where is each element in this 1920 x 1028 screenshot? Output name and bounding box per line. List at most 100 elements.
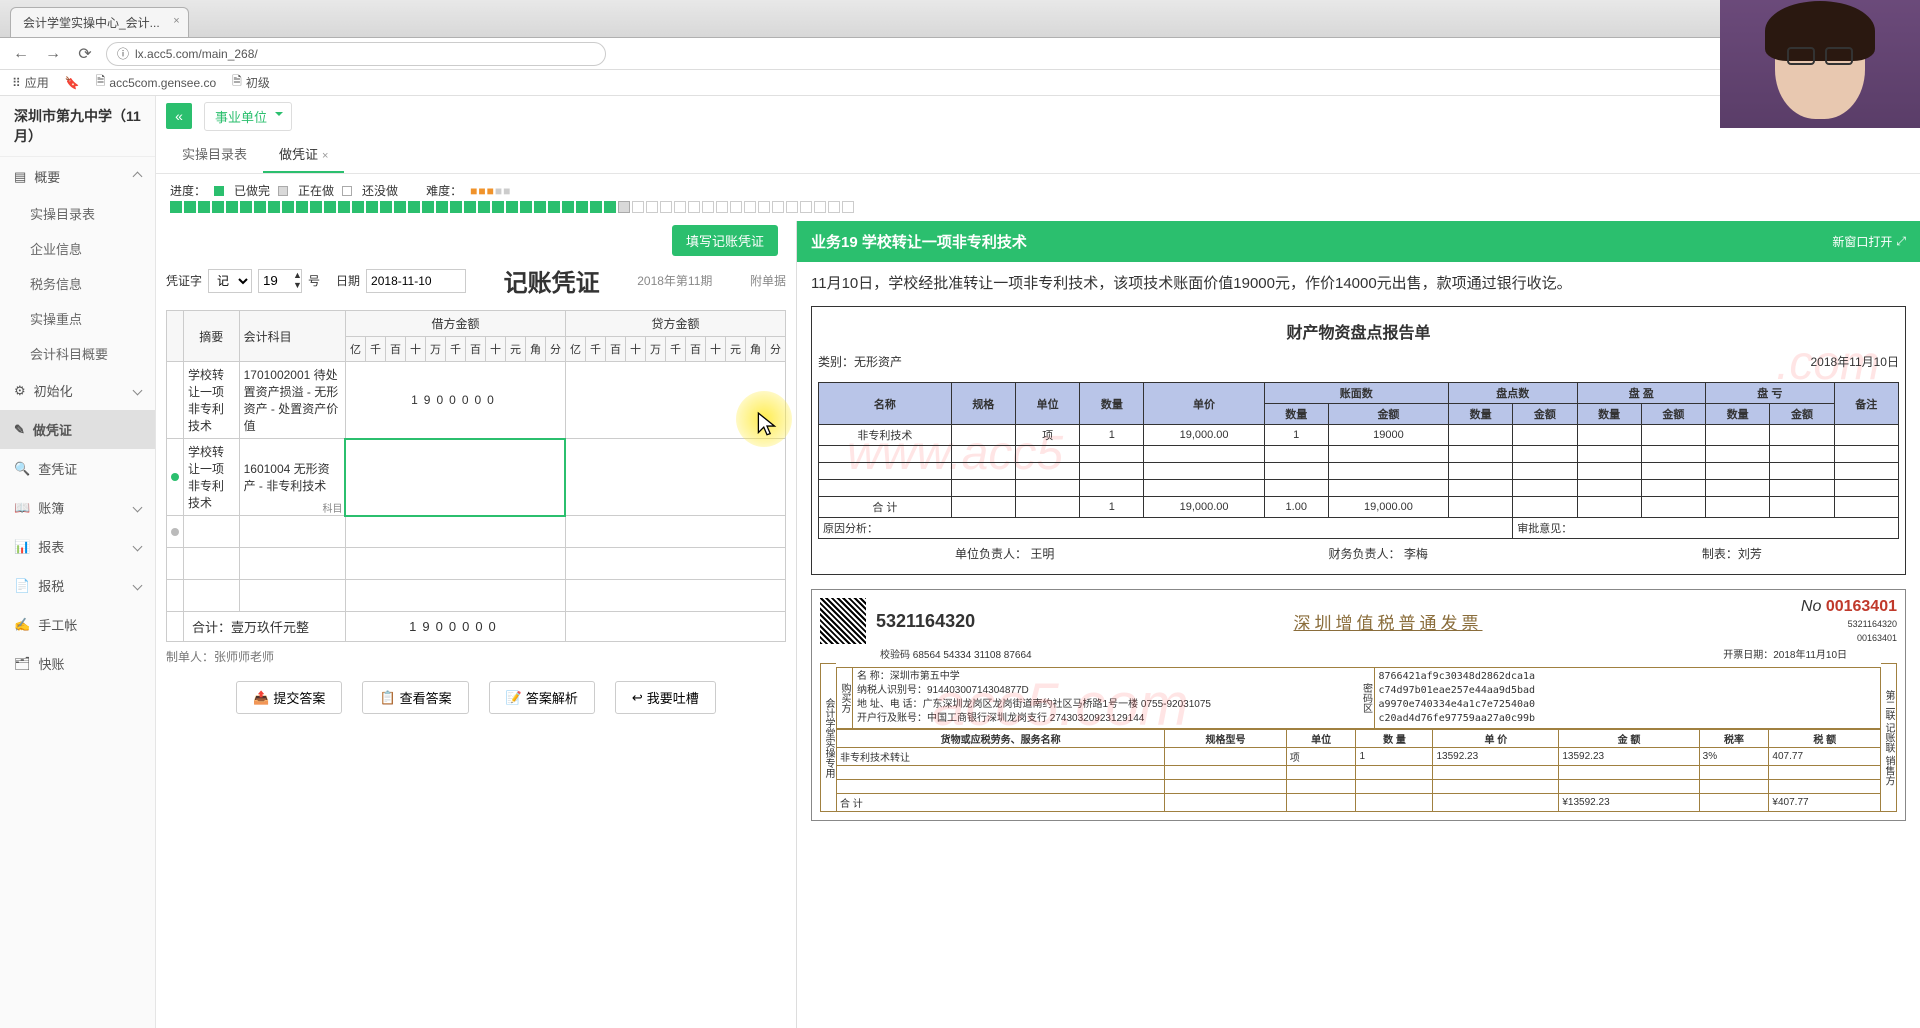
h-sq: 数量 — [1264, 404, 1328, 425]
h-price: 单价 — [1144, 383, 1264, 425]
col-summary: 摘要 — [184, 311, 240, 362]
legend-doing-icon — [278, 186, 288, 196]
inventory-date: 2018年11月10日 — [1810, 353, 1899, 370]
tab-title: 会计学堂实操中心_会计... — [23, 16, 160, 30]
maker-label: 制单人： — [166, 650, 214, 664]
voucher-date-input[interactable] — [366, 269, 466, 293]
h-sa: 金额 — [1328, 404, 1448, 425]
h-spec: 规格 — [951, 383, 1015, 425]
voucher-period: 2018年第11期 — [637, 272, 712, 289]
sidebar-sub-tax[interactable]: 税务信息 — [0, 266, 155, 301]
entry-summary[interactable]: 学校转让一项非专利技术 — [184, 362, 240, 439]
sidebar-check-voucher[interactable]: 🔍 查凭证 — [0, 449, 155, 488]
label: 手工帐 — [38, 615, 77, 634]
tab-close-icon[interactable]: × — [173, 15, 179, 27]
voucher-number-suffix: 号 — [308, 272, 320, 289]
sidebar-sub-catalog[interactable]: 实操目录表 — [0, 196, 155, 231]
open-new-window-button[interactable]: 新窗口打开 ⤢ — [1832, 233, 1906, 250]
tab-close-icon[interactable]: × — [322, 150, 328, 162]
nav-back-icon[interactable]: ← — [10, 43, 32, 65]
feedback-button[interactable]: ↩ 我要吐槽 — [615, 681, 716, 714]
sidebar-report[interactable]: 📊 报表 — [0, 527, 155, 566]
entry-debit-input[interactable] — [345, 439, 565, 516]
sign-manager: 单位负责人： 王明 — [955, 545, 1054, 562]
entry-subject[interactable]: 1701002001 待处置资产损溢 - 无形资产 - 处置资产价值 — [239, 362, 345, 439]
info-icon: ⓘ — [117, 45, 129, 62]
voucher-type-select[interactable]: 记 — [208, 269, 252, 293]
apps-icon[interactable]: ⠿ 应用 — [12, 74, 49, 91]
entry-summary[interactable]: 学校转让一项非专利技术 — [184, 439, 240, 516]
invoice-no: 00163401 — [1826, 598, 1897, 615]
entry-credit[interactable] — [565, 362, 785, 439]
check-label: 校验码 — [880, 650, 910, 661]
sidebar-init[interactable]: ⚙ 初始化 — [0, 371, 155, 410]
voucher-number-input[interactable]: ▲▼ — [258, 269, 302, 293]
sidebar-sub-focus[interactable]: 实操重点 — [0, 301, 155, 336]
total-debit: 1900000 — [345, 612, 565, 642]
legend-done: 已做完 — [234, 182, 270, 199]
maker-name: 张师师老师 — [214, 650, 274, 664]
sidebar-quick[interactable]: 🗂 快账 — [0, 644, 155, 683]
sidebar-sub-company[interactable]: 企业信息 — [0, 231, 155, 266]
difficulty-label: 难度： — [426, 182, 462, 199]
nav-reload-icon[interactable]: ⟳ — [74, 43, 96, 65]
entry-debit[interactable] — [345, 516, 565, 548]
side-code: 5321164320 00163401 — [1848, 619, 1897, 643]
bookmark-item[interactable]: 🔖 — [65, 76, 80, 90]
progress-blocks — [156, 199, 1920, 221]
total-credit — [565, 612, 785, 642]
bookmark-item[interactable]: 🗎 初级 — [232, 72, 270, 93]
tab-voucher[interactable]: 做凭证 × — [263, 136, 344, 173]
h-qty: 数量 — [1080, 383, 1144, 425]
label: 新窗口打开 — [1832, 233, 1892, 250]
browser-tab[interactable]: 会计学堂实操中心_会计... × — [10, 7, 189, 37]
active-row-icon — [171, 473, 179, 481]
bookmark-item[interactable]: 🗎 acc5com.gensee.co — [96, 72, 216, 93]
view-answer-button[interactable]: 📋 查看答案 — [362, 681, 468, 714]
h-name: 名称 — [819, 383, 952, 425]
total-row: 合 计119,000.00 1.0019,000.00 — [819, 497, 1899, 518]
entry-credit[interactable] — [565, 516, 785, 548]
sidebar-sub-accounts[interactable]: 会计科目概要 — [0, 336, 155, 371]
check-code: 68564 54334 31108 87664 — [913, 650, 1032, 661]
invoice-items: 货物或应税劳务、服务名称规格型号单位数 量单 价金 额税率税 额 非专利技术转让… — [836, 729, 1881, 812]
label: 提交答案 — [273, 688, 325, 707]
analysis-button[interactable]: 📝 答案解析 — [489, 681, 595, 714]
sign-maker: 制表：刘芳 — [1702, 545, 1762, 562]
voucher-type-label: 凭证字 — [166, 272, 202, 289]
label: 做凭证 — [33, 420, 72, 439]
entry-subject[interactable] — [239, 516, 345, 548]
entry-summary[interactable] — [184, 516, 240, 548]
url-text: lx.acc5.com/main_268/ — [135, 47, 258, 61]
address-bar[interactable]: ⓘ lx.acc5.com/main_268/ — [106, 42, 606, 66]
sidebar-collapse-icon[interactable]: « — [166, 103, 192, 129]
cat-label: 类别： — [818, 355, 854, 369]
label: 报税 — [38, 576, 64, 595]
tab-catalog[interactable]: 实操目录表 — [166, 136, 263, 173]
h-note: 备注 — [1834, 383, 1898, 425]
cat-value: 无形资产 — [854, 355, 902, 369]
entry-debit[interactable]: 1900000 — [345, 362, 565, 439]
h-sa: 金额 — [1513, 404, 1577, 425]
h-count: 盘点数 — [1449, 383, 1578, 404]
nav-forward-icon[interactable]: → — [42, 43, 64, 65]
issue-date: 2018年11月10日 — [1773, 650, 1847, 661]
reason-row: 原因分析：审批意见： — [819, 518, 1899, 539]
sidebar-overview[interactable]: ▤ 概要 — [0, 157, 155, 196]
sidebar-manual[interactable]: ✍ 手工帐 — [0, 605, 155, 644]
task-title: 业务19 学校转让一项非专利技术 — [811, 231, 1027, 252]
progress-label: 进度： — [170, 182, 206, 199]
sidebar-make-voucher[interactable]: ✎ 做凭证 — [0, 410, 155, 449]
label: 做凭证 — [279, 147, 318, 162]
fill-voucher-button[interactable]: 填写记账凭证 — [672, 225, 778, 256]
entry-subject[interactable]: 1601004 无形资产 - 非专利技术科目 — [239, 439, 345, 516]
org-select[interactable]: 事业单位 — [204, 102, 292, 131]
entry-credit[interactable] — [565, 439, 785, 516]
legend-doing: 正在做 — [298, 182, 334, 199]
submit-button[interactable]: 📤 提交答案 — [236, 681, 342, 714]
sidebar-ledger[interactable]: 📖 账簿 — [0, 488, 155, 527]
invoice-code: 5321164320 — [876, 611, 975, 632]
invoice: acc5.com 5321164320 深圳增值税普通发票 No 0016340… — [811, 589, 1906, 821]
voucher-number[interactable] — [263, 270, 293, 292]
sidebar-tax[interactable]: 📄 报税 — [0, 566, 155, 605]
